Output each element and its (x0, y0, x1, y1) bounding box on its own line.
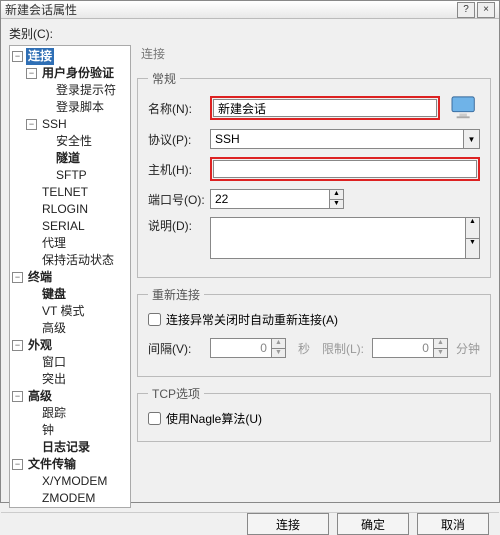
collapse-icon[interactable]: − (26, 119, 37, 130)
name-input[interactable] (213, 99, 437, 117)
spin-down-icon[interactable]: ▼ (330, 199, 344, 210)
interval-input[interactable] (210, 338, 272, 358)
cancel-button[interactable]: 取消 (417, 513, 489, 535)
scroll-up-icon[interactable]: ▲ (466, 217, 480, 238)
monitor-icon (450, 95, 480, 121)
group-reconnect-legend: 重新连接 (148, 286, 204, 303)
group-tcp-legend: TCP选项 (148, 385, 204, 402)
dialog-footer: 连接 确定 取消 (1, 512, 499, 535)
tree-node-vtmode[interactable]: VT 模式 (10, 303, 130, 320)
nagle-label: 使用Nagle算法(U) (166, 410, 262, 427)
spin-up-icon[interactable]: ▲ (434, 338, 448, 348)
host-field-highlight (210, 157, 480, 181)
help-button[interactable]: ? (457, 2, 475, 18)
spin-up-icon[interactable]: ▲ (272, 338, 286, 348)
spin-down-icon[interactable]: ▼ (272, 348, 286, 359)
tree-node-connection[interactable]: −连接 (10, 48, 130, 65)
host-input[interactable] (213, 160, 477, 178)
tree-node-ssh[interactable]: −SSH (10, 116, 130, 133)
content-heading: 连接 (141, 45, 491, 62)
tree-node-sftp[interactable]: SFTP (10, 167, 130, 184)
tree-node-keyboard[interactable]: 键盘 (10, 286, 130, 303)
tree-node-telnet[interactable]: TELNET (10, 184, 130, 201)
tree-node-trace[interactable]: 跟踪 (10, 405, 130, 422)
tree-node-window[interactable]: 窗口 (10, 354, 130, 371)
tree-node-xymodem[interactable]: X/YMODEM (10, 473, 130, 490)
interval-unit: 秒 (298, 340, 310, 357)
port-label: 端口号(O): (148, 191, 210, 208)
scroll-down-icon[interactable]: ▼ (466, 238, 480, 260)
tree-node-zmodem[interactable]: ZMODEM (10, 490, 130, 507)
tree-node-proxy[interactable]: 代理 (10, 235, 130, 252)
host-label: 主机(H): (148, 161, 210, 178)
collapse-icon[interactable]: − (12, 391, 23, 402)
group-general: 常规 名称(N): 协议(P): ▼ (137, 70, 491, 278)
protocol-label: 协议(P): (148, 131, 210, 148)
limit-label: 限制(L): (322, 340, 372, 357)
name-field-highlight (210, 96, 440, 120)
protocol-value[interactable] (210, 129, 464, 149)
category-tree[interactable]: −连接 −用户身份验证 登录提示符 登录脚本 −SSH 安全性 隧道 SFTP … (9, 45, 131, 508)
tree-node-terminal[interactable]: −终端 (10, 269, 130, 286)
limit-stepper[interactable]: ▲▼ (372, 338, 448, 358)
tree-node-login-script[interactable]: 登录脚本 (10, 99, 130, 116)
interval-stepper[interactable]: ▲▼ (210, 338, 286, 358)
group-reconnect: 重新连接 连接异常关闭时自动重新连接(A) 间隔(V): ▲▼ 秒 限制(L): (137, 286, 491, 377)
tree-node-highlight[interactable]: 突出 (10, 371, 130, 388)
description-textarea[interactable] (210, 217, 466, 259)
port-input[interactable] (210, 189, 330, 209)
port-stepper[interactable]: ▲▼ (210, 189, 344, 209)
description-label: 说明(D): (148, 217, 210, 234)
connect-button[interactable]: 连接 (247, 513, 329, 535)
category-label: 类别(C): (9, 25, 491, 42)
tree-node-advanced[interactable]: −高级 (10, 388, 130, 405)
tree-node-appearance[interactable]: −外观 (10, 337, 130, 354)
tree-node-bell[interactable]: 钟 (10, 422, 130, 439)
collapse-icon[interactable]: − (12, 459, 23, 470)
tree-node-login-prompt[interactable]: 登录提示符 (10, 82, 130, 99)
limit-input[interactable] (372, 338, 434, 358)
content-panel: 连接 常规 名称(N): 协议(P): ▼ (137, 45, 491, 508)
titlebar: 新建会话属性 ? × (1, 1, 499, 19)
group-general-legend: 常规 (148, 70, 180, 87)
window-title: 新建会话属性 (5, 1, 455, 18)
nagle-checkbox[interactable] (148, 412, 161, 425)
close-button[interactable]: × (477, 2, 495, 18)
name-label: 名称(N): (148, 100, 210, 117)
session-properties-dialog: 新建会话属性 ? × 类别(C): −连接 −用户身份验证 登录提示符 登录脚本… (0, 0, 500, 503)
collapse-icon[interactable]: − (12, 272, 23, 283)
interval-label: 间隔(V): (148, 340, 210, 357)
spin-down-icon[interactable]: ▼ (434, 348, 448, 359)
tree-node-tunnel[interactable]: 隧道 (10, 150, 130, 167)
tree-node-rlogin[interactable]: RLOGIN (10, 201, 130, 218)
protocol-select[interactable]: ▼ (210, 129, 480, 149)
limit-unit: 分钟 (456, 340, 480, 357)
collapse-icon[interactable]: − (12, 340, 23, 351)
tree-node-filetransfer[interactable]: −文件传输 (10, 456, 130, 473)
tree-node-auth[interactable]: −用户身份验证 (10, 65, 130, 82)
tree-node-advanced-term[interactable]: 高级 (10, 320, 130, 337)
tree-node-logging[interactable]: 日志记录 (10, 439, 130, 456)
collapse-icon[interactable]: − (26, 68, 37, 79)
tree-node-keepalive[interactable]: 保持活动状态 (10, 252, 130, 269)
chevron-down-icon[interactable]: ▼ (464, 129, 480, 149)
reconnect-checkbox[interactable] (148, 313, 161, 326)
ok-button[interactable]: 确定 (337, 513, 409, 535)
group-tcp: TCP选项 使用Nagle算法(U) (137, 385, 491, 442)
spin-up-icon[interactable]: ▲ (330, 189, 344, 199)
reconnect-label: 连接异常关闭时自动重新连接(A) (166, 311, 338, 328)
tree-node-serial[interactable]: SERIAL (10, 218, 130, 235)
collapse-icon[interactable]: − (12, 51, 23, 62)
tree-node-security[interactable]: 安全性 (10, 133, 130, 150)
